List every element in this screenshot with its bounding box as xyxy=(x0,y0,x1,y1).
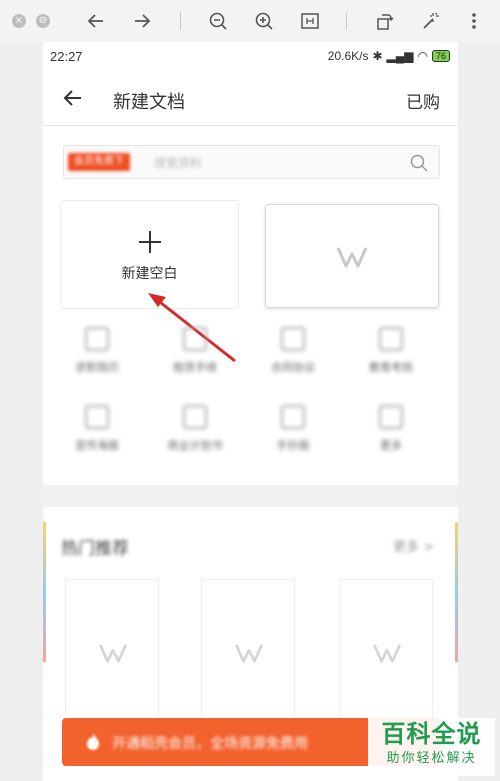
app-header: 新建文档 已购 xyxy=(43,72,458,126)
more-grid-icon xyxy=(379,405,403,429)
wps-logo-icon xyxy=(372,642,402,664)
hot-template-card[interactable] xyxy=(201,579,295,739)
grid-item-education[interactable]: 教育考核 xyxy=(347,327,435,375)
member-free-tag: 会员免费下 xyxy=(68,153,130,171)
grid-item-contract[interactable]: 合同协议 xyxy=(249,327,337,375)
grid-label: 手抄报 xyxy=(276,439,310,452)
hot-more-link[interactable]: 更多 > xyxy=(393,536,434,555)
wifi-icon: ◠ xyxy=(417,49,428,63)
right-edge-strip xyxy=(455,522,458,662)
grid-label: 租赁手续 xyxy=(173,361,217,374)
grid-item-handwritten[interactable]: 手抄报 xyxy=(249,405,337,453)
rental-icon xyxy=(183,327,207,351)
contract-icon xyxy=(281,327,305,351)
handwritten-icon xyxy=(281,405,305,429)
education-icon xyxy=(379,327,403,351)
hot-section-title: 热门推荐 xyxy=(61,539,129,559)
page-title: 新建文档 xyxy=(113,92,185,113)
section-divider xyxy=(43,485,458,507)
cta-text: 开通稻壳会员，全场资源免费用 xyxy=(112,736,308,752)
flame-icon xyxy=(84,732,102,752)
status-indicators: 20.6K/s ✱ ▂▄▆ ◠ 76 xyxy=(328,49,450,63)
hot-template-card[interactable] xyxy=(339,579,433,739)
grid-item-more[interactable]: 更多 xyxy=(347,405,435,453)
status-bar: 22:27 20.6K/s ✱ ▂▄▆ ◠ 76 xyxy=(43,42,458,72)
grid-item-business-plan[interactable]: 商业计划书 xyxy=(151,405,239,453)
block-icon[interactable]: ⊘ xyxy=(36,14,50,28)
poster-icon xyxy=(85,405,109,429)
resume-icon xyxy=(85,327,109,351)
hot-template-card[interactable] xyxy=(65,579,159,739)
search-placeholder: 搜索资料 xyxy=(154,156,203,170)
wps-logo-icon xyxy=(336,245,368,269)
rotate-icon[interactable] xyxy=(372,9,396,33)
phone-screen: 22:27 20.6K/s ✱ ▂▄▆ ◠ 76 新建文档 已购 会员免费下 搜… xyxy=(43,42,458,781)
grid-label: 教育考核 xyxy=(369,361,413,374)
fit-size-icon[interactable] xyxy=(298,9,322,33)
business-plan-icon xyxy=(183,405,207,429)
bluetooth-icon: ✱ xyxy=(372,49,383,63)
close-icon[interactable]: × xyxy=(12,14,26,28)
plus-icon xyxy=(136,228,164,256)
wps-logo-icon xyxy=(234,642,264,664)
magic-wand-icon[interactable] xyxy=(418,9,442,33)
viewer-toolbar: × ⊘ xyxy=(0,0,500,42)
search-icon[interactable] xyxy=(409,153,429,173)
more-icon[interactable] xyxy=(462,9,486,33)
grid-label: 合同协议 xyxy=(271,361,315,374)
prev-arrow-icon[interactable] xyxy=(84,9,108,33)
wps-logo-icon xyxy=(98,642,128,664)
baike-watermark: 百科全说 助你轻松解决 xyxy=(368,718,495,776)
watermark-title: 百科全说 xyxy=(381,720,482,748)
wps-template-card[interactable] xyxy=(265,204,439,308)
left-edge-strip xyxy=(43,522,46,662)
zoom-in-icon[interactable] xyxy=(252,9,276,33)
grid-label: 更多 xyxy=(380,439,402,452)
status-time: 22:27 xyxy=(50,49,83,64)
network-speed: 20.6K/s xyxy=(327,49,369,63)
grid-label: 宣传海报 xyxy=(75,439,119,452)
new-blank-label: 新建空白 xyxy=(121,266,178,282)
signal-icon: ▂▄▆ xyxy=(386,49,414,63)
grid-label: 求职简历 xyxy=(75,361,119,374)
grid-item-poster[interactable]: 宣传海报 xyxy=(53,405,141,453)
zoom-out-icon[interactable] xyxy=(206,9,230,33)
watermark-subtitle: 助你轻松解决 xyxy=(386,751,477,766)
purchased-button[interactable]: 已购 xyxy=(406,88,440,113)
grid-item-resume[interactable]: 求职简历 xyxy=(53,327,141,375)
next-arrow-icon[interactable] xyxy=(130,9,154,33)
grid-label: 商业计划书 xyxy=(167,439,223,452)
back-arrow-icon[interactable] xyxy=(59,84,87,112)
search-input[interactable]: 会员免费下 搜索资料 xyxy=(63,145,440,179)
battery-icon: 76 xyxy=(431,50,450,62)
grid-item-rental[interactable]: 租赁手续 xyxy=(151,327,239,375)
